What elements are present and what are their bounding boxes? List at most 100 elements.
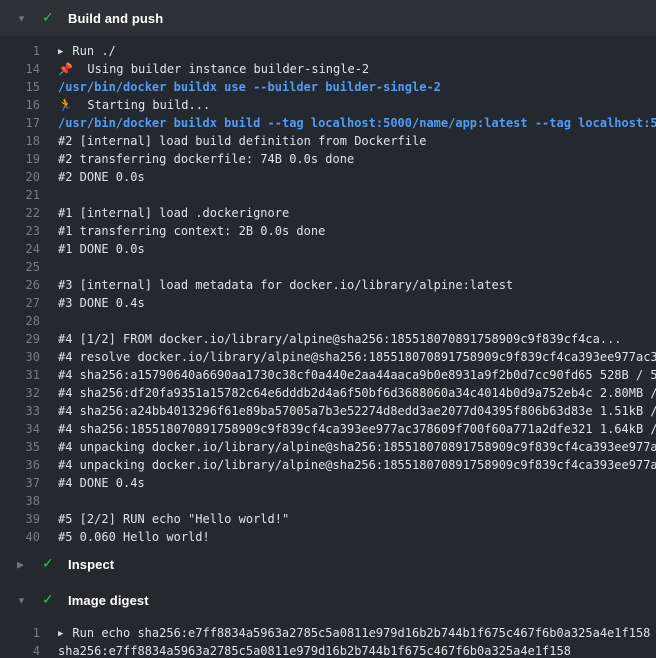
line-text: #2 DONE 0.0s (58, 168, 145, 186)
line-text: #2 transferring dockerfile: 74B 0.0s don… (58, 150, 354, 168)
line-number[interactable]: 18 (0, 132, 40, 150)
line-number[interactable]: 29 (0, 330, 40, 348)
log-line: 33 #4 sha256:a24bb4013296f61e89ba57005a7… (0, 402, 656, 420)
log-line: 37 #4 DONE 0.4s (0, 474, 656, 492)
line-text: 📌 Using builder instance builder-single-… (58, 60, 369, 78)
line-text: #4 sha256:a15790640a6690aa1730c38cf0a440… (58, 366, 656, 384)
log-line: 14 📌 Using builder instance builder-sing… (0, 60, 656, 78)
log-line: 28 (0, 312, 656, 330)
section-body: 1 ▶ Run echo sha256:e7ff8834a5963a2785c5a… (0, 618, 656, 658)
line-number[interactable]: 38 (0, 492, 40, 510)
line-text: #2 [internal] load build definition from… (58, 132, 426, 150)
line-text: #4 resolve docker.io/library/alpine@sha2… (58, 348, 656, 366)
line-text: #1 DONE 0.0s (58, 240, 145, 258)
section-header-image-digest[interactable]: ▼ ✓ Image digest (0, 582, 656, 618)
line-number[interactable]: 19 (0, 150, 40, 168)
log-line: 39 #5 [2/2] RUN echo "Hello world!" (0, 510, 656, 528)
log-line: 1 ▶ Run echo sha256:e7ff8834a5963a2785c5a… (0, 624, 656, 642)
log-line: 15 /usr/bin/docker buildx use --builder … (0, 78, 656, 96)
disclosure-triangle-icon[interactable]: ▶ (17, 560, 31, 569)
line-text: #5 0.060 Hello world! (58, 528, 210, 546)
line-number[interactable]: 40 (0, 528, 40, 546)
line-number[interactable]: 39 (0, 510, 40, 528)
line-number[interactable]: 1 (0, 42, 40, 60)
line-number[interactable]: 16 (0, 96, 40, 114)
line-text: #4 sha256:df20fa9351a15782c64e6dddb2d4a6… (58, 384, 656, 402)
line-number[interactable]: 23 (0, 222, 40, 240)
line-number[interactable]: 24 (0, 240, 40, 258)
line-number[interactable]: 32 (0, 384, 40, 402)
line-text: #4 sha256:a24bb4013296f61e89ba57005a7b3e… (58, 402, 656, 420)
line-text-content: Run ./ (72, 44, 115, 58)
line-text: #1 transferring context: 2B 0.0s done (58, 222, 325, 240)
log-line: 36 #4 unpacking docker.io/library/alpine… (0, 456, 656, 474)
line-number[interactable]: 1 (0, 624, 40, 642)
section-header-inspect[interactable]: ▶ ✓ Inspect (0, 546, 656, 582)
log-line: 30 #4 resolve docker.io/library/alpine@s… (0, 348, 656, 366)
workflow-log-viewer: ▼ ✓ Build and push 1 ▶Run ./ 14 📌 Using … (0, 0, 656, 658)
log-line: 21 (0, 186, 656, 204)
line-text-content: Run echo sha256:e7ff8834a5963a2785c5a081… (72, 626, 650, 640)
log-line: 22 #1 [internal] load .dockerignore (0, 204, 656, 222)
line-number[interactable]: 34 (0, 420, 40, 438)
line-number[interactable]: 33 (0, 402, 40, 420)
log-line: 1 ▶ Run ./ (0, 42, 656, 60)
line-number[interactable]: 25 (0, 258, 40, 276)
section-title: Inspect (68, 558, 114, 571)
line-text: /usr/bin/docker buildx use --builder bui… (58, 78, 441, 96)
log-line: 29 #4 [1/2] FROM docker.io/library/alpin… (0, 330, 656, 348)
line-text: #4 unpacking docker.io/library/alpine@sh… (58, 438, 656, 456)
line-text: 🏃 Starting build... (58, 96, 210, 114)
line-text: #4 DONE 0.4s (58, 474, 145, 492)
line-number[interactable]: 27 (0, 294, 40, 312)
line-number[interactable]: 37 (0, 474, 40, 492)
log-line: 23 #1 transferring context: 2B 0.0s done (0, 222, 656, 240)
log-section-image-digest: ▼ ✓ Image digest 1 ▶ Run echo sha256:e7ff… (0, 582, 656, 658)
line-text: #3 [internal] load metadata for docker.i… (58, 276, 513, 294)
line-text: #5 [2/2] RUN echo "Hello world!" (58, 510, 289, 528)
log-line: 26 #3 [internal] load metadata for docke… (0, 276, 656, 294)
line-text: ▶ Run ./ (58, 42, 116, 60)
line-text: #4 [1/2] FROM docker.io/library/alpine@s… (58, 330, 622, 348)
log-line: 19 #2 transferring dockerfile: 74B 0.0s … (0, 150, 656, 168)
log-line: 38 (0, 492, 656, 510)
log-line: 34 #4 sha256:185518070891758909c9f839cf4… (0, 420, 656, 438)
line-text: ▶ Run echo sha256:e7ff8834a5963a2785c5a08… (58, 624, 650, 642)
disclosure-triangle-icon[interactable]: ▼ (17, 596, 31, 605)
line-number[interactable]: 4 (0, 642, 40, 658)
line-text: #1 [internal] load .dockerignore (58, 204, 289, 222)
section-title: Image digest (68, 594, 149, 607)
log-line: 31 #4 sha256:a15790640a6690aa1730c38cf0a… (0, 366, 656, 384)
log-line: 17 /usr/bin/docker buildx build --tag lo… (0, 114, 656, 132)
log-line: 4 sha256:e7ff8834a5963a2785c5a0811e979d1… (0, 642, 656, 658)
line-number[interactable]: 20 (0, 168, 40, 186)
line-number[interactable]: 14 (0, 60, 40, 78)
section-title: Build and push (68, 12, 163, 25)
line-number[interactable]: 26 (0, 276, 40, 294)
log-line: 20 #2 DONE 0.0s (0, 168, 656, 186)
disclosure-triangle-icon[interactable]: ▼ (17, 14, 31, 23)
line-number[interactable]: 15 (0, 78, 40, 96)
line-number[interactable]: 21 (0, 186, 40, 204)
line-number[interactable]: 30 (0, 348, 40, 366)
run-group-expand-icon[interactable]: ▶ (58, 43, 63, 61)
log-line: 16 🏃 Starting build... (0, 96, 656, 114)
log-line: 35 #4 unpacking docker.io/library/alpine… (0, 438, 656, 456)
log-line: 40 #5 0.060 Hello world! (0, 528, 656, 546)
success-check-icon: ✓ (42, 593, 57, 607)
line-number[interactable]: 17 (0, 114, 40, 132)
log-section-build-and-push: ▼ ✓ Build and push 1 ▶ Run ./ 14 📌 Using … (0, 0, 656, 546)
line-number[interactable]: 36 (0, 456, 40, 474)
line-text: #4 unpacking docker.io/library/alpine@sh… (58, 456, 656, 474)
line-number[interactable]: 35 (0, 438, 40, 456)
success-check-icon: ✓ (42, 11, 57, 25)
run-group-expand-icon[interactable]: ▶ (58, 625, 63, 643)
log-line: 27 #3 DONE 0.4s (0, 294, 656, 312)
line-number[interactable]: 28 (0, 312, 40, 330)
log-line: 24 #1 DONE 0.0s (0, 240, 656, 258)
line-number[interactable]: 31 (0, 366, 40, 384)
line-number[interactable]: 22 (0, 204, 40, 222)
log-line: 25 (0, 258, 656, 276)
section-header-build-and-push[interactable]: ▼ ✓ Build and push (0, 0, 656, 36)
log-section-inspect: ▶ ✓ Inspect (0, 546, 656, 582)
